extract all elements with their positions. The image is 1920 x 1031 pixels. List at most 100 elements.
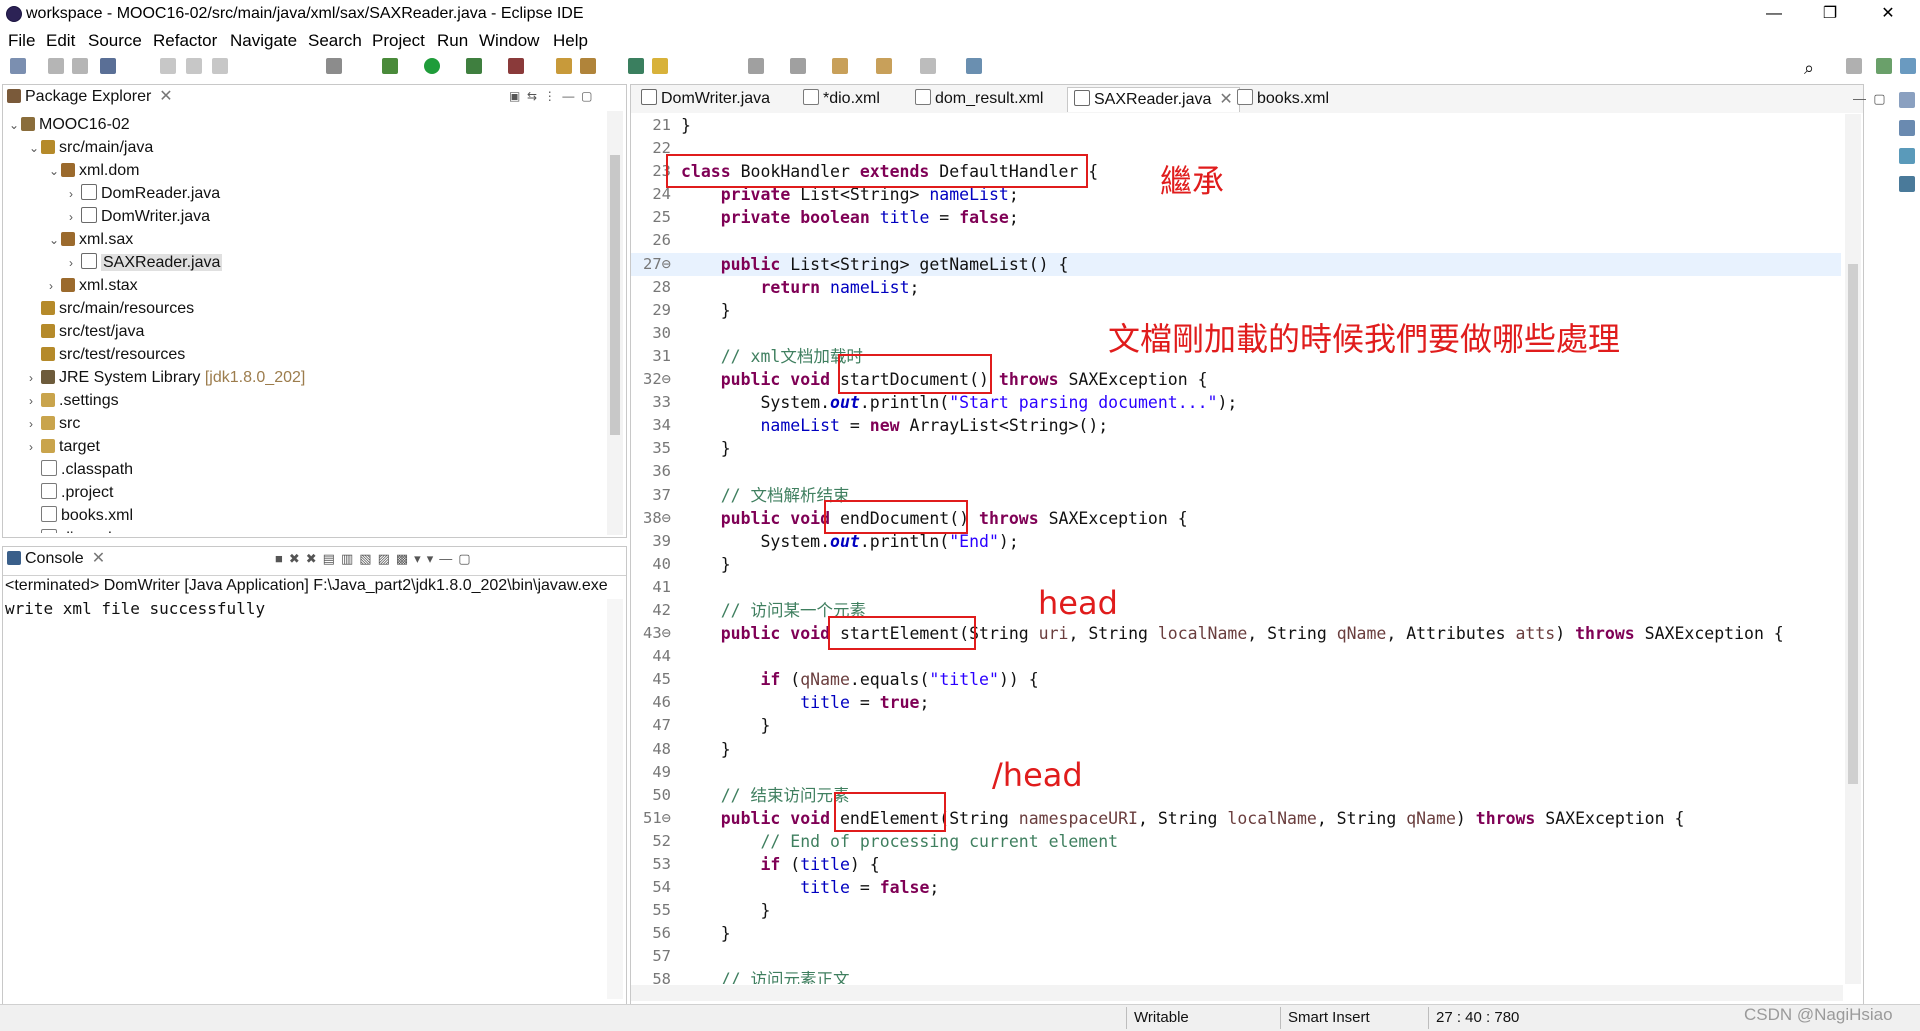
chevron-right-icon[interactable]: ›	[29, 436, 41, 459]
tree-item[interactable]: books.xml	[5, 504, 605, 527]
chevron-down-icon[interactable]: ⌄	[9, 114, 21, 137]
tree-item[interactable]: › DomReader.java	[5, 182, 605, 205]
minimize-view-icon[interactable]: —	[562, 89, 574, 103]
tree-item[interactable]: dio.xml	[5, 527, 605, 533]
code-area[interactable]: 21} 22 23 class BookHandler extends Default…	[631, 114, 1841, 984]
editor-vscrollbar[interactable]	[1845, 114, 1861, 984]
menu-edit[interactable]: Edit	[46, 31, 75, 51]
menu-project[interactable]: Project	[372, 31, 425, 51]
close-console-icon[interactable]: ✕	[92, 550, 105, 567]
tree-item[interactable]: .project	[5, 481, 605, 504]
maximize-editor-icon[interactable]: ▢	[1873, 91, 1885, 106]
show-stdout-icon[interactable]: ▧	[359, 551, 377, 566]
tree-scrollbar-thumb[interactable]	[610, 155, 620, 435]
tree-item[interactable]: › SAXReader.java	[5, 251, 605, 274]
package-explorer-tab[interactable]: Package Explorer ✕	[7, 85, 173, 109]
toggle-icon[interactable]	[326, 58, 342, 74]
coverage-icon[interactable]	[466, 58, 482, 74]
open-type-icon[interactable]	[556, 58, 572, 74]
word-wrap-icon[interactable]: ▥	[341, 551, 359, 566]
chevron-right-icon[interactable]: ›	[29, 367, 41, 390]
close-button[interactable]: ✕	[1868, 2, 1908, 26]
next-annotation-icon[interactable]	[748, 58, 764, 74]
editor-hscrollbar[interactable]	[631, 985, 1843, 1001]
editor-scrollbar-thumb[interactable]	[1848, 264, 1858, 784]
annotation-icon[interactable]	[652, 58, 668, 74]
chevron-down-icon[interactable]: ⌄	[29, 137, 41, 160]
pin-editor-icon[interactable]	[966, 58, 982, 74]
scroll-lock-icon[interactable]: ▤	[323, 551, 341, 566]
menu-navigate[interactable]: Navigate	[230, 31, 297, 51]
menu-source[interactable]: Source	[88, 31, 142, 51]
chevron-down-icon[interactable]: ⌄	[49, 229, 61, 252]
terminate-console-icon[interactable]: ■	[275, 551, 289, 566]
minimize-console-icon[interactable]: —	[439, 551, 458, 566]
tree-item[interactable]: › JRE System Library [jdk1.8.0_202]	[5, 366, 605, 389]
open-task-icon[interactable]	[580, 58, 596, 74]
debug-icon[interactable]	[382, 58, 398, 74]
tree-item[interactable]: ⌄ xml.sax	[5, 228, 605, 251]
open-console-icon[interactable]: ▾	[427, 551, 440, 566]
debug-perspective-icon[interactable]	[1900, 58, 1916, 74]
external-tools-icon[interactable]	[508, 58, 524, 74]
minimize-button[interactable]: —	[1754, 2, 1794, 26]
pin-console-icon[interactable]: ▩	[396, 551, 414, 566]
tree-item[interactable]: › target	[5, 435, 605, 458]
maximize-button[interactable]: ❐	[1810, 2, 1850, 26]
terminate-icon[interactable]	[212, 58, 228, 74]
javadoc-view-icon[interactable]	[1899, 176, 1915, 192]
maximize-console-icon[interactable]: ▢	[458, 551, 476, 566]
tree-item[interactable]: › src	[5, 412, 605, 435]
menu-search[interactable]: Search	[308, 31, 362, 51]
java-perspective-icon[interactable]	[1876, 58, 1892, 74]
menu-run[interactable]: Run	[437, 31, 468, 51]
remove-launch-icon[interactable]: ✖	[289, 551, 306, 566]
tree-item[interactable]: › xml.stax	[5, 274, 605, 297]
tree-item[interactable]: › .settings	[5, 389, 605, 412]
tab-dio-xml[interactable]: *dio.xml	[797, 87, 886, 111]
chevron-right-icon[interactable]: ›	[29, 413, 41, 436]
tree-item[interactable]: src/test/java	[5, 320, 605, 343]
tree-item[interactable]: ⌄ xml.dom	[5, 159, 605, 182]
console-scrollbar[interactable]	[607, 599, 623, 999]
chevron-right-icon[interactable]: ›	[69, 183, 81, 206]
search-icon[interactable]: ⌕	[1804, 58, 1814, 79]
new-icon[interactable]	[10, 58, 26, 74]
menu-refactor[interactable]: Refactor	[153, 31, 217, 51]
menu-help[interactable]: Help	[553, 31, 588, 51]
chevron-right-icon[interactable]: ›	[69, 252, 81, 275]
maximize-view-icon[interactable]: ▢	[581, 89, 592, 103]
tree-item[interactable]: src/main/resources	[5, 297, 605, 320]
next-edit-icon[interactable]	[920, 58, 936, 74]
run-icon[interactable]	[424, 58, 440, 74]
prev-annotation-icon[interactable]	[790, 58, 806, 74]
save-icon[interactable]	[48, 58, 64, 74]
menu-window[interactable]: Window	[479, 31, 539, 51]
forward-icon[interactable]	[876, 58, 892, 74]
tab-books-xml[interactable]: books.xml	[1231, 87, 1335, 111]
outline-view-icon[interactable]	[1899, 92, 1915, 108]
save-all-icon[interactable]	[72, 58, 88, 74]
chevron-down-icon[interactable]: ⌄	[49, 160, 61, 183]
show-stderr-icon[interactable]: ▨	[378, 551, 396, 566]
suspend-icon[interactable]	[186, 58, 202, 74]
chevron-right-icon[interactable]: ›	[29, 390, 41, 413]
link-editor-icon[interactable]: ⇆	[527, 89, 537, 103]
terminal-icon[interactable]	[100, 58, 116, 74]
tab-dom-result[interactable]: dom_result.xml	[909, 87, 1049, 111]
display-console-icon[interactable]: ▾	[414, 551, 427, 566]
tree-item[interactable]: src/test/resources	[5, 343, 605, 366]
view-menu-icon[interactable]: ⋮	[544, 89, 556, 103]
tab-domwriter[interactable]: DomWriter.java	[635, 87, 776, 111]
chevron-right-icon[interactable]: ›	[49, 275, 61, 298]
collapse-all-icon[interactable]: ▣	[509, 89, 520, 103]
remove-all-icon[interactable]: ✖	[306, 551, 323, 566]
close-tab-icon[interactable]: ✕	[159, 88, 172, 105]
tree-item[interactable]: › DomWriter.java	[5, 205, 605, 228]
tab-saxreader[interactable]: SAXReader.java ✕	[1067, 87, 1240, 112]
tree-item[interactable]: ⌄ src/main/java	[5, 136, 605, 159]
tree-item[interactable]: ⌄ MOOC16-02	[5, 113, 605, 136]
tree-scrollbar[interactable]	[607, 111, 623, 535]
minimize-editor-icon[interactable]: —	[1853, 91, 1866, 106]
menu-file[interactable]: File	[8, 31, 35, 51]
